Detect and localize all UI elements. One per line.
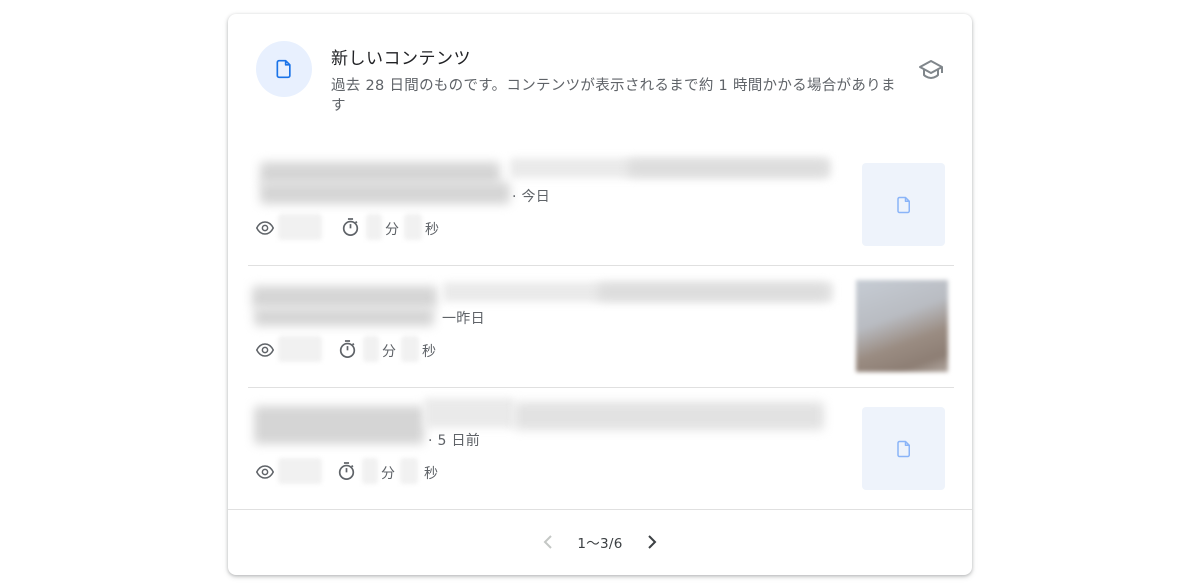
minutes-unit: 分	[385, 222, 399, 238]
timer-icon	[342, 218, 359, 241]
published-date: 一昨日	[442, 311, 485, 327]
card-subtitle: 過去 28 日間のものです。コンテンツが表示されるまで約 1 時間かかる場合があ…	[331, 78, 896, 114]
minutes-unit: 分	[381, 466, 395, 482]
published-date: · 今日	[512, 189, 551, 205]
seconds-unit: 秒	[424, 466, 438, 482]
next-page-button[interactable]	[637, 527, 667, 557]
eye-icon	[255, 220, 275, 239]
timer-icon	[339, 340, 356, 363]
content-thumbnail-image[interactable]	[856, 280, 948, 372]
minutes-unit: 分	[382, 344, 396, 360]
content-title-link[interactable]	[248, 276, 838, 332]
seconds-unit: 秒	[422, 344, 436, 360]
seconds-unit: 秒	[425, 222, 439, 238]
content-thumbnail[interactable]	[862, 163, 945, 246]
pagination-label: 1〜3/6	[577, 536, 623, 552]
eye-icon	[255, 342, 275, 361]
content-thumbnail[interactable]	[862, 407, 945, 490]
pagination: 1〜3/6	[228, 527, 972, 557]
chevron-right-icon	[647, 535, 657, 549]
card-title: 新しいコンテンツ	[331, 49, 471, 69]
item-divider	[248, 387, 954, 388]
school-icon[interactable]	[917, 56, 945, 84]
header-document-icon	[256, 41, 312, 97]
published-date: · 5 日前	[428, 433, 481, 449]
eye-icon	[255, 464, 275, 483]
new-content-card: 新しいコンテンツ 過去 28 日間のものです。コンテンツが表示されるまで約 1 …	[228, 14, 972, 575]
previous-page-button[interactable]	[533, 527, 563, 557]
document-icon	[896, 196, 910, 213]
content-title-link[interactable]	[248, 398, 838, 454]
footer-divider	[228, 509, 972, 510]
document-icon	[896, 440, 910, 457]
chevron-left-icon	[543, 535, 553, 549]
timer-icon	[338, 462, 355, 485]
item-divider	[248, 265, 954, 266]
document-icon	[276, 59, 291, 79]
